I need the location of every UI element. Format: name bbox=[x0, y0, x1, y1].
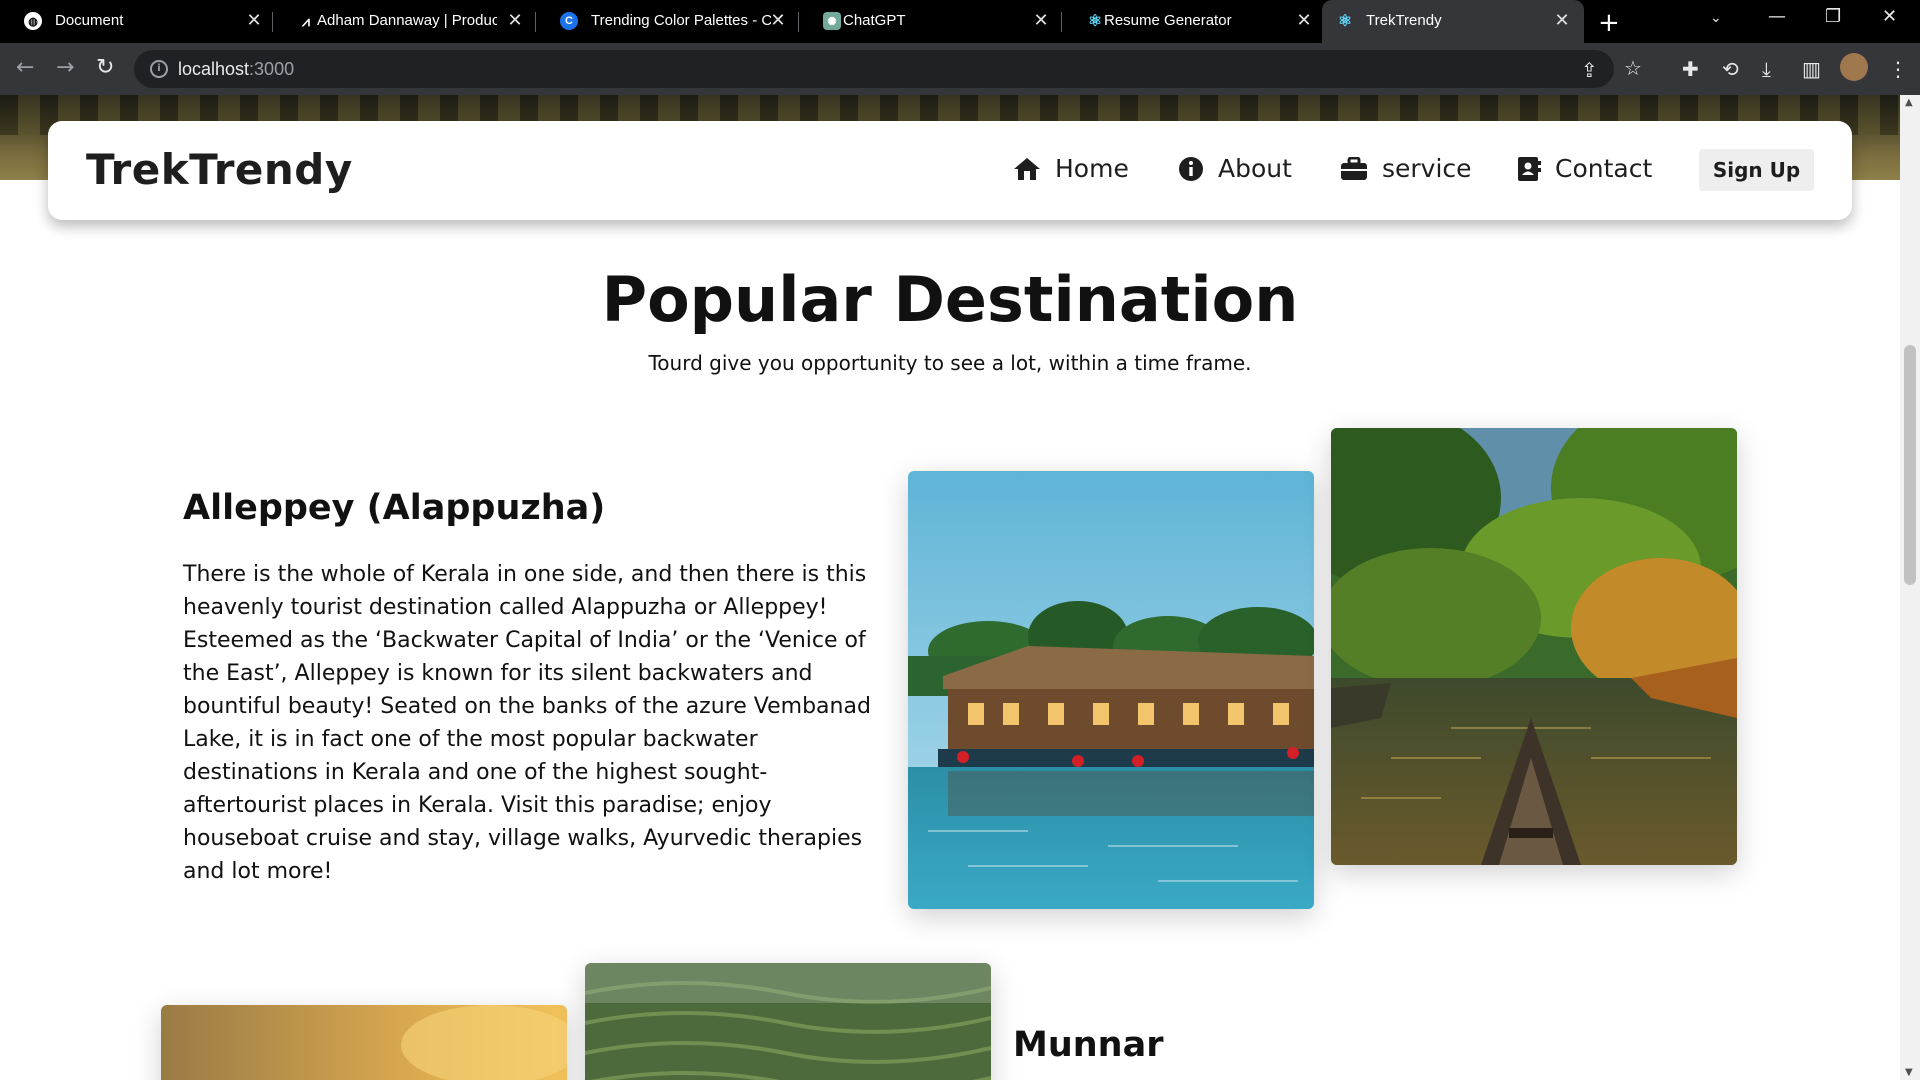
destination-title-munnar: Munnar bbox=[1013, 1025, 1164, 1065]
tab-chatgpt[interactable]: ✺ ChatGPT ✕ bbox=[799, 0, 1061, 43]
tab-search-icon[interactable]: ⌄ bbox=[1710, 10, 1722, 26]
page-viewport: TrekTrendy Home About service Contact Si… bbox=[0, 95, 1900, 1080]
close-window-button[interactable]: ✕ bbox=[1882, 6, 1897, 27]
site-info-icon[interactable]: i bbox=[150, 60, 168, 78]
tab-resume-generator[interactable]: ⚛ Resume Generator ✕ bbox=[1062, 0, 1324, 43]
section-subtitle: Tourd give you opportunity to see a lot,… bbox=[648, 351, 1252, 375]
close-tab-icon[interactable]: ✕ bbox=[768, 10, 788, 31]
info-icon bbox=[1179, 156, 1203, 181]
tab-title: Document bbox=[55, 12, 124, 29]
close-tab-icon[interactable]: ✕ bbox=[1552, 10, 1572, 31]
new-tab-button[interactable]: + bbox=[1598, 8, 1620, 38]
tab-document[interactable]: ◍ Document ✕ bbox=[0, 0, 262, 43]
browser-toolbar: ← → ↻ i localhost:3000 ⇪ ☆ ✚ ⟲ ⤓ ▥ ⋮ bbox=[0, 43, 1920, 95]
profile-avatar[interactable] bbox=[1840, 53, 1868, 81]
contact-book-icon bbox=[1518, 156, 1541, 181]
nav-about[interactable]: About bbox=[1178, 154, 1292, 183]
browser-tab-strip: ◍ Document ✕ ⩘ Adham Dannaway | Produc ✕… bbox=[0, 0, 1920, 43]
close-tab-icon[interactable]: ✕ bbox=[244, 10, 264, 31]
destination-description: There is the whole of Kerala in one side… bbox=[183, 562, 871, 884]
canoe-backwater-photo bbox=[1331, 428, 1737, 865]
url-host: localhost bbox=[178, 59, 250, 79]
back-button[interactable]: ← bbox=[16, 55, 34, 80]
page-scrollbar[interactable]: ▲ ▼ bbox=[1900, 95, 1920, 1080]
url-port: :3000 bbox=[249, 59, 295, 79]
extension-icon[interactable]: ⟲ bbox=[1722, 57, 1739, 81]
tab-trektrendy[interactable]: ⚛ TrekTrendy ✕ bbox=[1322, 0, 1584, 43]
forward-button[interactable]: → bbox=[56, 55, 74, 80]
signup-button[interactable]: Sign Up bbox=[1699, 149, 1814, 191]
ad-logo-icon: ⩘ bbox=[302, 12, 310, 29]
tab-title: TrekTrendy bbox=[1366, 12, 1442, 29]
download-icon[interactable]: ⤓ bbox=[1762, 57, 1771, 81]
nav-home[interactable]: Home bbox=[1013, 154, 1129, 183]
section-title: Popular Destination bbox=[601, 263, 1299, 336]
close-tab-icon[interactable]: ✕ bbox=[505, 10, 525, 31]
briefcase-icon bbox=[1341, 156, 1367, 180]
scroll-down-arrow-icon[interactable]: ▼ bbox=[1905, 1067, 1913, 1078]
nav-service-label: service bbox=[1382, 154, 1472, 183]
address-bar[interactable]: i localhost:3000 ⇪ ☆ bbox=[134, 50, 1642, 88]
tab-coolors[interactable]: C Trending Color Palettes - Co ✕ bbox=[536, 0, 798, 43]
home-icon bbox=[1014, 157, 1040, 180]
tab-title: Trending Color Palettes - Co bbox=[591, 12, 771, 29]
nav-about-label: About bbox=[1218, 154, 1292, 183]
scrollbar-thumb[interactable] bbox=[1904, 345, 1916, 585]
brand-logo[interactable]: TrekTrendy bbox=[86, 145, 353, 194]
extensions-icon[interactable]: ✚ bbox=[1682, 57, 1699, 81]
close-tab-icon[interactable]: ✕ bbox=[1031, 10, 1051, 31]
restore-button[interactable]: ❐ bbox=[1825, 6, 1841, 27]
nav-service[interactable]: service bbox=[1340, 154, 1472, 183]
nav-home-label: Home bbox=[1055, 154, 1129, 183]
tea-plantation-photo bbox=[585, 963, 991, 1080]
site-navbar: TrekTrendy Home About service Contact Si… bbox=[48, 121, 1852, 220]
share-icon[interactable]: ⇪ bbox=[1581, 58, 1598, 82]
tab-title: Resume Generator bbox=[1104, 12, 1232, 29]
nav-contact-label: Contact bbox=[1555, 154, 1653, 183]
chatgpt-icon: ✺ bbox=[823, 12, 841, 30]
coolors-icon: C bbox=[560, 12, 578, 30]
sunset-photo bbox=[161, 1005, 567, 1080]
react-icon: ⚛ bbox=[1337, 13, 1353, 30]
houseboat-photo bbox=[908, 471, 1314, 909]
menu-kebab-icon[interactable]: ⋮ bbox=[1888, 57, 1908, 81]
globe-icon: ◍ bbox=[24, 12, 42, 30]
tab-adham[interactable]: ⩘ Adham Dannaway | Produc ✕ bbox=[273, 0, 535, 43]
tab-title: ChatGPT bbox=[843, 12, 906, 29]
tab-title: Adham Dannaway | Produc bbox=[317, 12, 497, 29]
react-icon: ⚛ bbox=[1087, 13, 1103, 30]
minimize-button[interactable]: — bbox=[1768, 6, 1786, 27]
bookmark-star-icon[interactable]: ☆ bbox=[1624, 56, 1642, 80]
side-panel-icon[interactable]: ▥ bbox=[1802, 57, 1821, 81]
close-tab-icon[interactable]: ✕ bbox=[1294, 10, 1314, 31]
scroll-up-arrow-icon[interactable]: ▲ bbox=[1905, 97, 1913, 108]
url-text[interactable]: localhost:3000 bbox=[178, 59, 294, 80]
destination-title: Alleppey (Alappuzha) bbox=[183, 488, 606, 528]
reload-button[interactable]: ↻ bbox=[96, 55, 114, 80]
nav-contact[interactable]: Contact bbox=[1517, 154, 1652, 183]
